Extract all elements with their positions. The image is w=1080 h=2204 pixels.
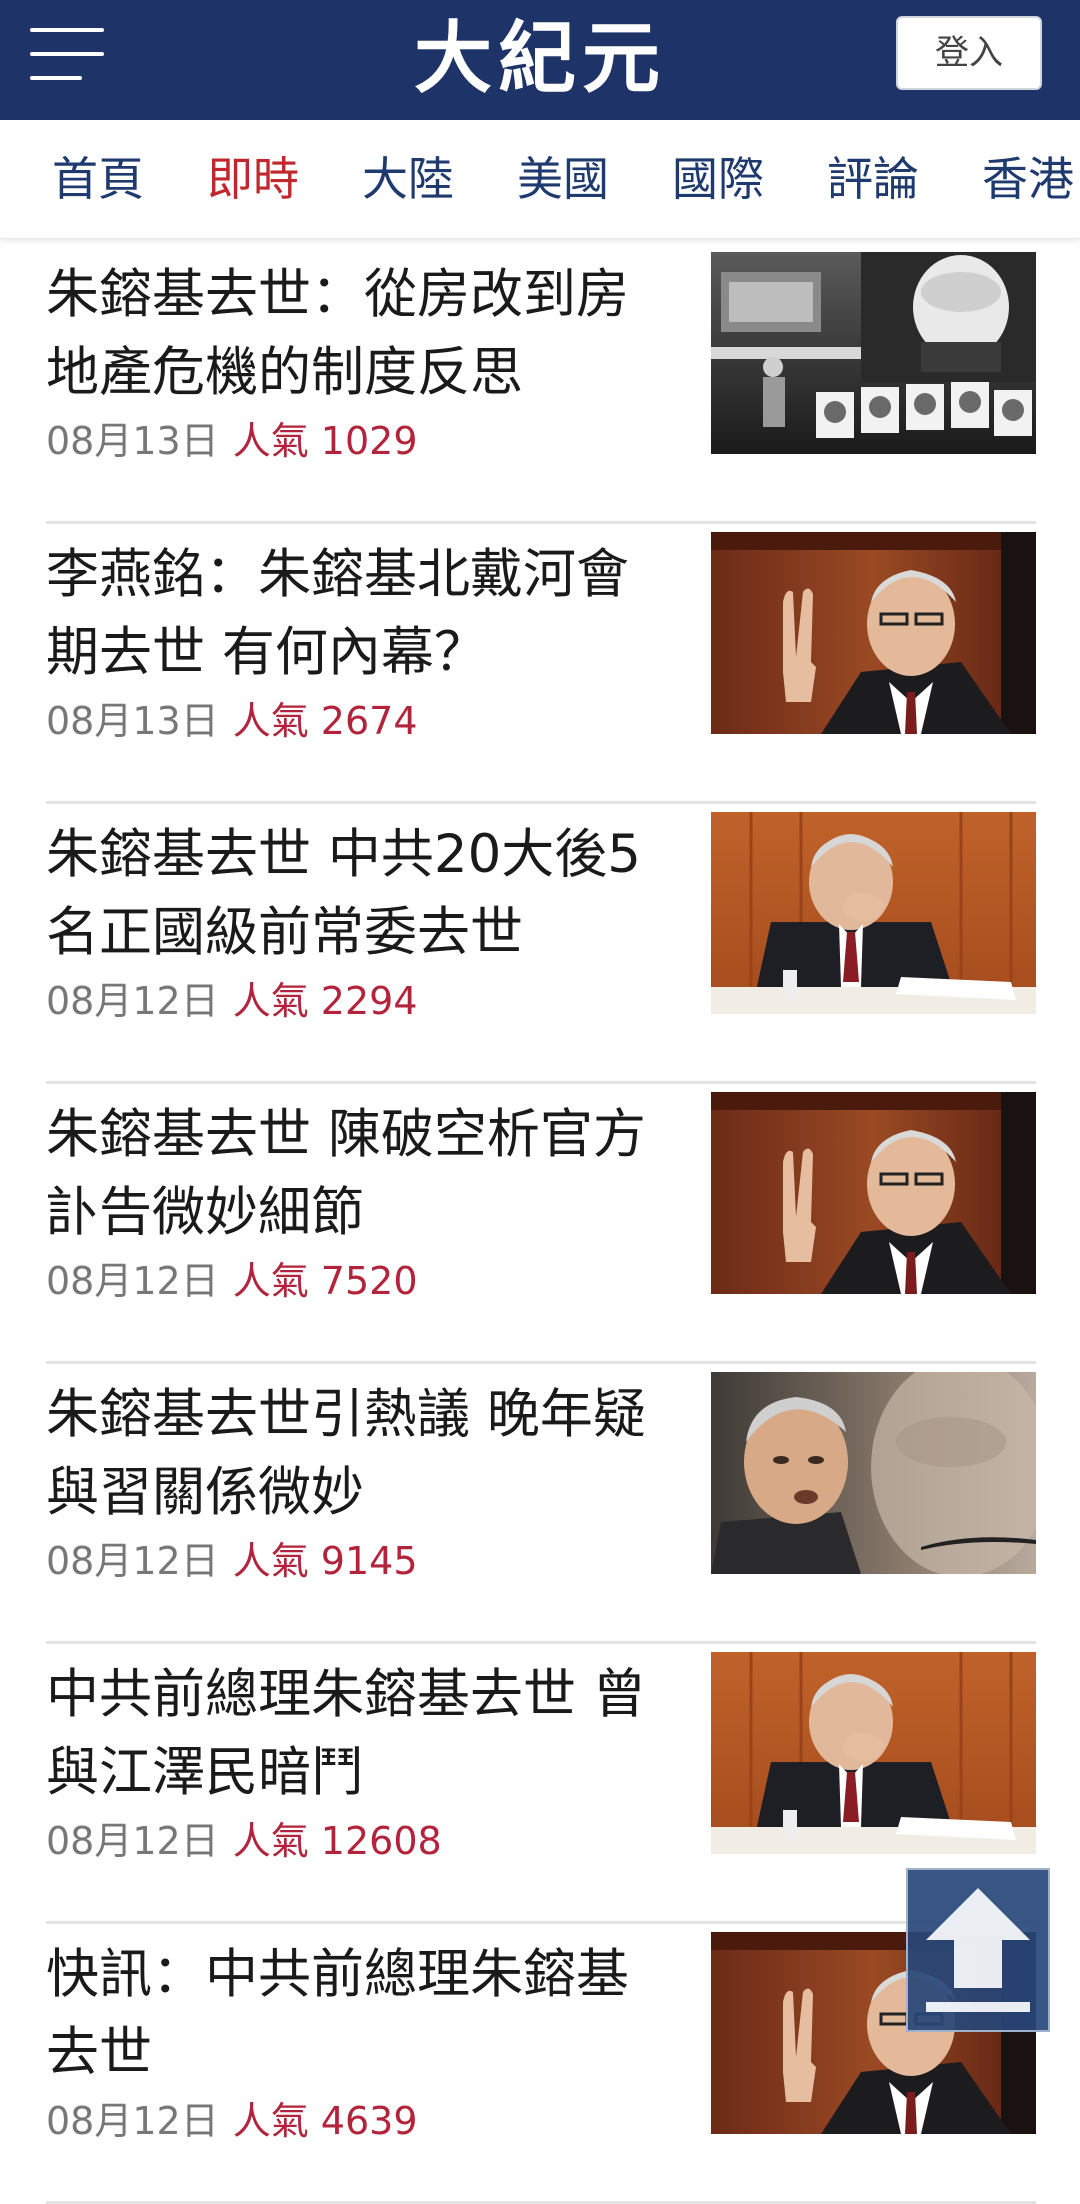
article-title[interactable]: 李燕銘：朱鎔基北戴河會期去世 有何內幕？: [46, 536, 646, 692]
article-date: 08月12日: [46, 2099, 219, 2143]
article-item[interactable]: 朱鎔基去世 中共20大後5名正國級前常委去世 08月12日 人氣 2294: [46, 804, 1036, 1084]
article-thumbnail[interactable]: [711, 1092, 1036, 1294]
article-date: 08月12日: [46, 1819, 219, 1863]
article-title[interactable]: 朱鎔基去世：從房改到房地產危機的制度反思: [46, 256, 646, 412]
article-title[interactable]: 朱鎔基去世 陳破空析官方訃告微妙細節: [46, 1096, 646, 1252]
article-item[interactable]: 朱鎔基去世引熱議 晚年疑與習關係微妙 08月12日 人氣 9145: [46, 1364, 1036, 1644]
top-header: 大紀元 登入: [0, 0, 1080, 120]
login-button[interactable]: 登入: [896, 16, 1042, 90]
tab-mainland[interactable]: 大陸: [362, 120, 454, 238]
article-thumbnail[interactable]: [711, 812, 1036, 1014]
category-tabs: 首頁 即時 大陸 美國 國際 評論 香港: [0, 120, 1080, 239]
tab-usa[interactable]: 美國: [517, 120, 609, 238]
article-title[interactable]: 快訊：中共前總理朱鎔基去世: [46, 1936, 646, 2092]
article-meta: 08月13日 人氣 2674: [46, 696, 418, 746]
article-meta: 08月12日 人氣 7520: [46, 1256, 418, 1306]
article-date: 08月12日: [46, 1539, 219, 1583]
hamburger-menu-icon[interactable]: [30, 28, 104, 82]
article-item[interactable]: 中共前總理朱鎔基去世 曾與江澤民暗鬥 08月12日 人氣 12608: [46, 1644, 1036, 1924]
article-title[interactable]: 朱鎔基去世 中共20大後5名正國級前常委去世: [46, 816, 646, 972]
article-popularity: 人氣 9145: [232, 1539, 418, 1583]
article-item[interactable]: 朱鎔基去世 陳破空析官方訃告微妙細節 08月12日 人氣 7520: [46, 1084, 1036, 1364]
site-logo[interactable]: 大紀元: [370, 14, 710, 104]
article-thumbnail[interactable]: [711, 532, 1036, 734]
tab-home[interactable]: 首頁: [52, 120, 144, 238]
tab-realtime[interactable]: 即時: [207, 120, 299, 238]
article-item[interactable]: 李燕銘：朱鎔基北戴河會期去世 有何內幕？ 08月13日 人氣 2674: [46, 524, 1036, 804]
tab-commentary[interactable]: 評論: [827, 120, 919, 238]
article-item[interactable]: 快訊：中共前總理朱鎔基去世 08月12日 人氣 4639: [46, 1924, 1036, 2204]
article-popularity: 人氣 4639: [232, 2099, 418, 2143]
article-thumbnail[interactable]: [711, 252, 1036, 454]
article-date: 08月13日: [46, 419, 219, 463]
article-meta: 08月12日 人氣 2294: [46, 976, 418, 1026]
article-date: 08月13日: [46, 699, 219, 743]
article-popularity: 人氣 1029: [232, 419, 418, 463]
article-meta: 08月12日 人氣 4639: [46, 2096, 418, 2146]
tab-international[interactable]: 國際: [672, 120, 764, 238]
article-date: 08月12日: [46, 1259, 219, 1303]
article-item[interactable]: 朱鎔基去世：從房改到房地產危機的制度反思 08月13日 人氣 1029: [46, 244, 1036, 524]
article-popularity: 人氣 7520: [232, 1259, 418, 1303]
article-thumbnail[interactable]: [711, 1652, 1036, 1854]
article-meta: 08月12日 人氣 12608: [46, 1816, 442, 1866]
article-meta: 08月12日 人氣 9145: [46, 1536, 418, 1586]
article-title[interactable]: 中共前總理朱鎔基去世 曾與江澤民暗鬥: [46, 1656, 646, 1812]
article-title[interactable]: 朱鎔基去世引熱議 晚年疑與習關係微妙: [46, 1376, 646, 1532]
article-popularity: 人氣 2674: [232, 699, 418, 743]
tab-hongkong[interactable]: 香港: [982, 120, 1074, 238]
article-popularity: 人氣 2294: [232, 979, 418, 1023]
back-to-top-button[interactable]: [906, 1868, 1050, 2032]
article-thumbnail[interactable]: [711, 1372, 1036, 1574]
article-popularity: 人氣 12608: [232, 1819, 442, 1863]
arrow-up-icon: [926, 1888, 1030, 2012]
article-meta: 08月13日 人氣 1029: [46, 416, 418, 466]
article-date: 08月12日: [46, 979, 219, 1023]
